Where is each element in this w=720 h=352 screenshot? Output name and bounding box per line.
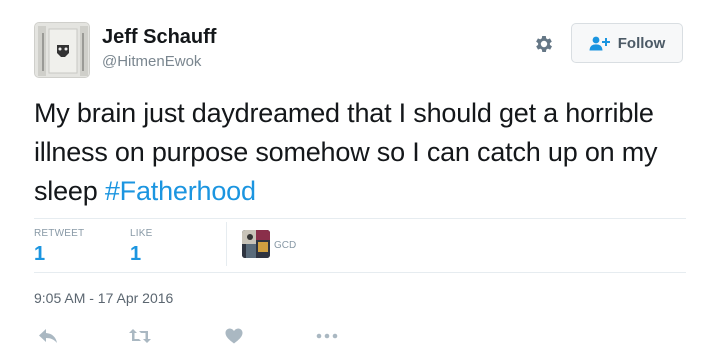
stats-divider bbox=[226, 222, 227, 266]
liker-name: GCD bbox=[274, 240, 297, 251]
like-heart-icon[interactable] bbox=[220, 324, 248, 348]
stats-top-divider bbox=[34, 218, 686, 219]
retweets-label: RETWEET bbox=[34, 228, 85, 239]
follow-button[interactable]: Follow bbox=[571, 23, 683, 63]
likes-count[interactable]: 1 bbox=[130, 243, 141, 266]
more-dots-icon[interactable] bbox=[313, 324, 341, 348]
author-avatar[interactable] bbox=[34, 22, 90, 78]
author-name[interactable]: Jeff Schauff bbox=[102, 26, 216, 49]
gear-icon[interactable] bbox=[530, 30, 558, 58]
follow-person-plus-icon bbox=[589, 36, 610, 51]
likes-label: LIKE bbox=[130, 228, 153, 239]
hashtag-link[interactable]: #Fatherhood bbox=[105, 176, 256, 206]
follow-button-label: Follow bbox=[617, 34, 666, 52]
reply-icon[interactable] bbox=[34, 324, 62, 348]
liker-avatar[interactable] bbox=[242, 230, 270, 258]
tweet-timestamp[interactable]: 9:05 AM - 17 Apr 2016 bbox=[34, 290, 173, 306]
stats-bottom-divider bbox=[34, 272, 686, 273]
tweet-card: Jeff Schauff @HitmenEwok Follow My brain… bbox=[0, 0, 720, 352]
tweet-text: My brain just daydreamed that I should g… bbox=[34, 94, 694, 211]
retweet-icon[interactable] bbox=[126, 324, 154, 348]
author-handle[interactable]: @HitmenEwok bbox=[102, 53, 201, 70]
retweets-count[interactable]: 1 bbox=[34, 243, 45, 266]
